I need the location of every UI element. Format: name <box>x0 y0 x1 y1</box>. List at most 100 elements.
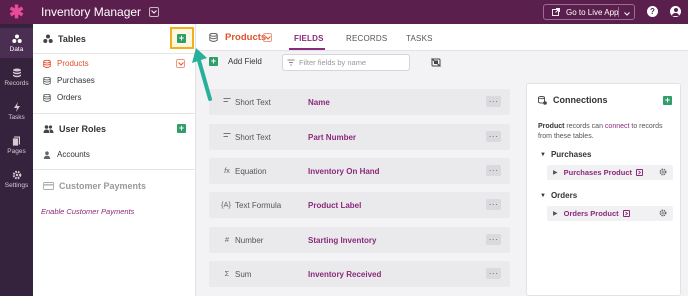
field-type-label: Short Text <box>235 98 271 107</box>
role-item-accounts[interactable]: Accounts <box>43 150 90 159</box>
left-nav-rail: Data Records Tasks Pages Settings <box>0 24 33 296</box>
connection-item[interactable]: ▶ Orders Product <box>547 206 673 221</box>
app-logo-icon[interactable]: ✱ <box>0 0 33 24</box>
caret-right-icon: ▶ <box>553 170 558 176</box>
rail-item-records[interactable]: Records <box>0 62 33 92</box>
tab-fields[interactable]: FIELDS <box>294 34 324 43</box>
connections-icon <box>538 95 547 105</box>
divider <box>33 53 196 54</box>
filter-icon <box>287 59 295 66</box>
number-icon: # <box>224 235 230 244</box>
field-row[interactable]: {A} Text Formula Product Label ··· <box>209 192 510 218</box>
enable-customer-payments-link[interactable]: Enable Customer Payments <box>41 207 134 216</box>
pages-icon <box>11 136 22 146</box>
external-link-icon <box>552 8 560 16</box>
rail-item-data[interactable]: Data <box>0 28 33 58</box>
connection-group-orders[interactable]: ▼ Orders <box>540 191 577 200</box>
field-row[interactable]: Σ Sum Inventory Received ··· <box>209 261 510 287</box>
field-type-label: Sum <box>235 270 252 279</box>
table-item-products[interactable]: Products <box>43 59 89 68</box>
more-options-button[interactable]: ··· <box>486 268 501 279</box>
field-type-label: Short Text <box>235 133 271 142</box>
tasks-icon <box>12 101 22 112</box>
tab-tasks[interactable]: TASKS <box>406 34 433 43</box>
hide-fields-icon[interactable] <box>431 58 441 67</box>
field-name-label: Product Label <box>308 201 362 210</box>
customer-payments-heading: Customer Payments <box>43 181 146 191</box>
live-app-chevron-icon[interactable] <box>624 9 630 18</box>
app-title: Inventory Manager <box>41 5 142 19</box>
add-user-role-button[interactable]: + <box>177 124 186 133</box>
customer-payments-heading-label: Customer Payments <box>59 181 147 191</box>
field-name-label: Name <box>308 98 330 107</box>
user-icon <box>43 150 51 159</box>
user-account-icon[interactable] <box>670 6 681 17</box>
field-row[interactable]: fx Equation Inventory On Hand ··· <box>209 158 510 184</box>
short-text-icon <box>222 132 232 138</box>
equation-icon: fx <box>224 166 230 175</box>
field-name-label: Part Number <box>308 133 357 142</box>
table-title-chevron-icon[interactable] <box>263 33 272 42</box>
connection-group-purchases[interactable]: ▼ Purchases <box>540 150 591 159</box>
rail-label: Records <box>4 79 29 87</box>
tab-records[interactable]: RECORDS <box>346 34 387 43</box>
filter-fields-text[interactable] <box>299 58 407 67</box>
records-icon <box>12 68 22 78</box>
go-to-live-app-button[interactable]: Go to Live App <box>543 4 635 20</box>
add-table-button[interactable]: + <box>177 34 186 43</box>
table-icon <box>43 76 51 85</box>
connections-heading-label: Connections <box>553 95 608 105</box>
help-icon[interactable]: ? <box>647 6 658 17</box>
table-icon <box>209 33 218 42</box>
table-title-label: Products <box>225 32 267 43</box>
desc-table-name: Product <box>538 123 565 130</box>
filter-fields-input[interactable] <box>282 54 410 71</box>
divider <box>33 113 196 114</box>
credit-card-icon <box>43 182 54 190</box>
more-options-button[interactable]: ··· <box>486 165 501 176</box>
rail-item-tasks[interactable]: Tasks <box>0 96 33 126</box>
gear-icon[interactable] <box>659 168 667 176</box>
data-icon <box>11 34 22 44</box>
connections-panel: Connections + Product records can connec… <box>526 83 681 296</box>
field-row[interactable]: Short Text Part Number ··· <box>209 124 510 150</box>
more-options-button[interactable]: ··· <box>486 234 501 245</box>
table-title: Products <box>209 32 266 43</box>
text-formula-icon: {A} <box>221 200 232 209</box>
table-item-label: Purchases <box>57 76 95 85</box>
connections-description: Product records can connect to records f… <box>538 122 673 142</box>
open-connection-icon[interactable] <box>622 210 630 217</box>
active-tab-indicator <box>289 48 325 50</box>
rail-item-settings[interactable]: Settings <box>0 164 33 194</box>
table-item-purchases[interactable]: Purchases <box>43 76 95 85</box>
tables-heading-label: Tables <box>58 34 86 44</box>
gear-icon[interactable] <box>659 209 667 217</box>
more-options-button[interactable]: ··· <box>486 96 501 107</box>
field-row[interactable]: Short Text Name ··· <box>209 89 510 115</box>
caret-down-icon: ▼ <box>540 192 546 199</box>
rail-label: Tasks <box>8 113 25 121</box>
connection-item[interactable]: ▶ Purchases Product <box>547 165 673 180</box>
table-item-orders[interactable]: Orders <box>43 93 81 102</box>
tables-heading: Tables <box>43 34 86 44</box>
more-options-button[interactable]: ··· <box>486 131 501 142</box>
short-text-icon <box>222 97 232 103</box>
more-options-button[interactable]: ··· <box>486 199 501 210</box>
connection-item-label: Orders Product <box>563 209 619 218</box>
app-menu-chevron-icon[interactable] <box>149 7 160 17</box>
table-item-label: Products <box>57 59 89 68</box>
rail-label: Settings <box>4 181 29 189</box>
role-item-label: Accounts <box>57 150 90 159</box>
field-type-label: Equation <box>235 167 267 176</box>
field-row[interactable]: # Number Starting Inventory ··· <box>209 227 510 253</box>
connect-link[interactable]: connect <box>605 123 630 130</box>
rail-item-pages[interactable]: Pages <box>0 130 33 160</box>
add-connection-button[interactable]: + <box>663 96 672 105</box>
connection-item-label: Purchases Product <box>563 168 632 177</box>
connection-group-label: Purchases <box>550 150 592 159</box>
field-name-label: Starting Inventory <box>308 236 377 245</box>
caret-right-icon: ▶ <box>553 211 558 217</box>
table-options-chevron-icon[interactable] <box>176 59 185 68</box>
pointer-arrow-icon <box>192 48 212 101</box>
open-connection-icon[interactable] <box>635 169 643 176</box>
